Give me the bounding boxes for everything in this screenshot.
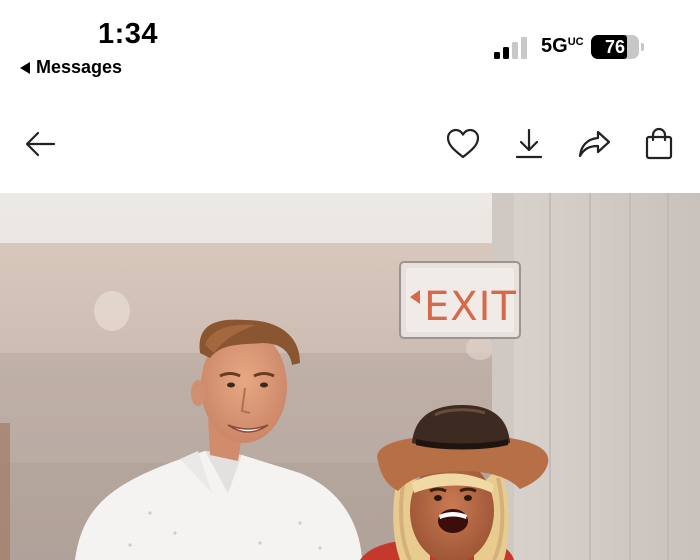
battery-nub xyxy=(641,43,644,51)
back-button[interactable] xyxy=(22,126,58,162)
arrow-left-icon xyxy=(25,131,56,157)
back-triangle-icon xyxy=(20,61,30,74)
status-bar: 1:34 Messages 5GUC 76 xyxy=(0,0,700,90)
shop-button[interactable] xyxy=(641,126,677,162)
photo-scene: EXIT xyxy=(0,193,700,560)
photo-toolbar xyxy=(0,112,700,176)
status-time: 1:34 xyxy=(98,18,159,50)
share-button[interactable] xyxy=(576,126,612,162)
screen: 1:34 Messages 5GUC 76 EXIT xyxy=(0,0,700,560)
back-app-label: Messages xyxy=(36,57,123,77)
download-icon xyxy=(515,128,543,159)
main-photo[interactable]: EXIT xyxy=(0,193,700,560)
battery-indicator: 76 xyxy=(591,35,644,59)
heart-icon xyxy=(446,128,480,159)
back-to-messages-button[interactable]: Messages xyxy=(20,57,122,78)
network-type: 5GUC xyxy=(541,35,584,57)
share-icon xyxy=(578,130,611,158)
shopping-bag-icon xyxy=(645,127,673,160)
battery-percent: 76 xyxy=(604,37,626,57)
signal-strength-icon xyxy=(494,37,527,59)
favorite-button[interactable] xyxy=(445,126,481,162)
download-button[interactable] xyxy=(511,126,547,162)
exit-sign-text: EXIT xyxy=(424,284,517,330)
